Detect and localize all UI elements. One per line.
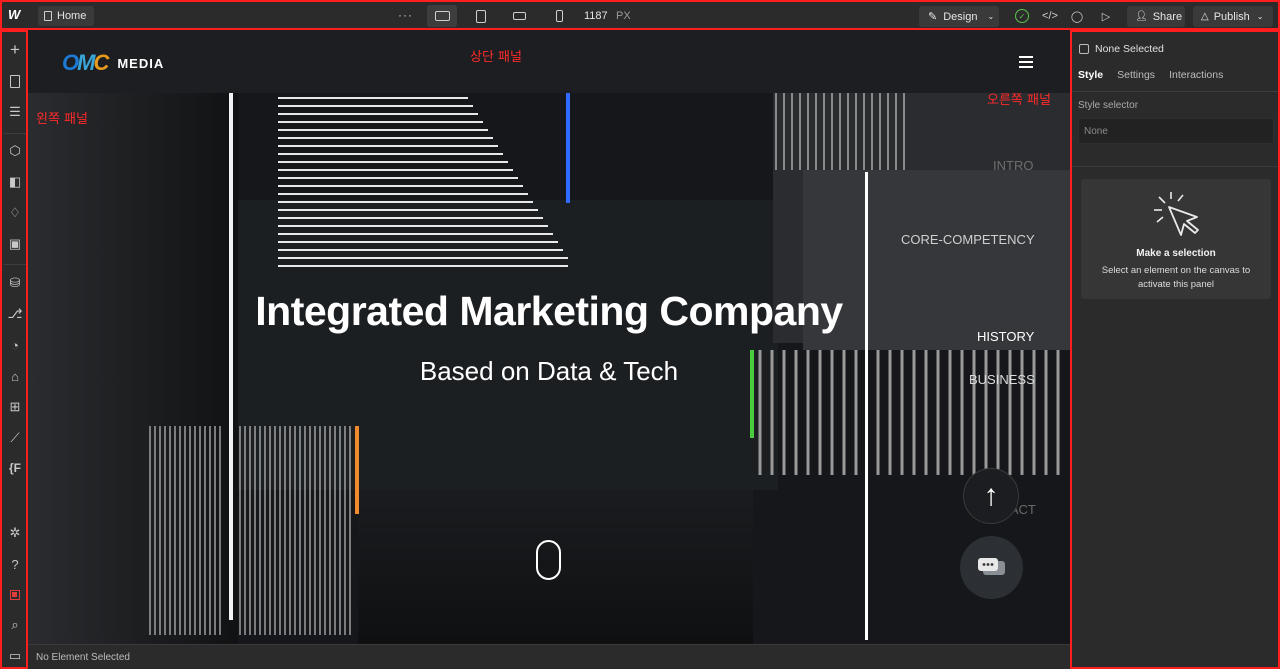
- rocket-icon: △: [1201, 11, 1209, 22]
- status-text: No Element Selected: [36, 652, 130, 663]
- publish-label: Publish: [1213, 10, 1250, 23]
- publish-status-icon[interactable]: ✓: [1015, 9, 1029, 23]
- user-icon: 👤︎: [1135, 11, 1148, 22]
- side-nav-history[interactable]: HISTORY: [977, 329, 1034, 344]
- side-nav-core-competency[interactable]: CORE-COMPETENCY: [901, 232, 1035, 247]
- brand-name: MEDIA: [117, 55, 165, 71]
- annotation-top-panel: 상단 패널: [470, 50, 522, 65]
- breakpoint-portrait-button[interactable]: [544, 5, 574, 27]
- search-icon[interactable]: ⌕: [7, 617, 23, 633]
- chat-button[interactable]: [960, 536, 1023, 599]
- mobile-portrait-icon: [555, 10, 563, 22]
- apps-icon[interactable]: ⊞: [7, 399, 23, 415]
- breakpoint-desktop-button[interactable]: [427, 5, 457, 27]
- selection-checkbox-icon: [1079, 44, 1089, 54]
- video-icon[interactable]: ▭: [7, 648, 23, 664]
- side-nav-intro[interactable]: INTRO: [993, 158, 1033, 173]
- comments-icon[interactable]: ◯: [1070, 9, 1084, 23]
- assets-icon[interactable]: ▣: [7, 236, 23, 252]
- styles-icon[interactable]: ◧: [7, 174, 23, 190]
- annotation-right-panel: 오른쪽 패널: [987, 93, 1051, 108]
- preview-play-icon[interactable]: ▷: [1099, 9, 1113, 23]
- page-name: Home: [57, 10, 87, 22]
- page-icon: [44, 11, 52, 21]
- scroll-mouse-icon: [536, 540, 561, 580]
- side-nav-business[interactable]: BUSINESS: [969, 372, 1035, 387]
- users-icon[interactable]: ◔: [7, 337, 23, 353]
- panel-tabs: Style Settings Interactions: [1078, 69, 1223, 81]
- make-selection-title: Make a selection: [1136, 248, 1216, 259]
- annotation-left-panel: 왼쪽 패널: [36, 112, 88, 127]
- site-brand-logo[interactable]: OMC MEDIA: [62, 50, 164, 76]
- hamburger-menu-icon[interactable]: [1019, 56, 1033, 68]
- hero-title: Integrated Marketing Company: [255, 288, 843, 334]
- make-selection-description: Select an element on the canvas to activ…: [1101, 265, 1251, 290]
- mobile-landscape-icon: [512, 12, 526, 20]
- variables-icon[interactable]: ♢: [7, 205, 23, 221]
- selection-indicator[interactable]: None Selected: [1079, 43, 1164, 55]
- canvas-width-value[interactable]: 1187: [584, 10, 608, 22]
- record-icon[interactable]: [7, 587, 23, 603]
- breakpoint-landscape-button[interactable]: [504, 5, 534, 27]
- tablet-icon: [476, 9, 486, 23]
- tab-interactions[interactable]: Interactions: [1169, 69, 1223, 81]
- status-bar: No Element Selected: [28, 644, 1070, 669]
- canvas-width-unit: PX: [616, 10, 631, 22]
- ecommerce-icon[interactable]: ⌂: [7, 368, 23, 384]
- code-icon[interactable]: </>: [1042, 9, 1058, 23]
- breakpoint-tablet-button[interactable]: [466, 5, 496, 27]
- publish-button[interactable]: △ Publish ⌄: [1193, 6, 1273, 27]
- tab-style[interactable]: Style: [1078, 69, 1103, 81]
- selection-label: None Selected: [1095, 43, 1164, 55]
- arrow-up-icon: ↑: [983, 479, 999, 512]
- cms-icon[interactable]: ⛁: [7, 275, 23, 291]
- share-label: Share: [1152, 10, 1183, 23]
- chevron-down-icon: ⌄: [987, 12, 995, 21]
- navigator-icon[interactable]: ☰: [7, 104, 23, 120]
- scroll-to-top-button[interactable]: ↑: [963, 468, 1019, 524]
- logic-icon[interactable]: ⎇: [7, 306, 23, 322]
- mode-dropdown[interactable]: ✎ Design ⌄: [919, 6, 999, 27]
- share-button[interactable]: 👤︎ Share: [1127, 6, 1185, 27]
- analytics-icon[interactable]: ⟋: [7, 430, 23, 446]
- cursor-click-icon: [1154, 192, 1199, 236]
- left-panel: + ☰ ⬡ ◧ ♢ ▣ ⛁ ⎇ ◔ ⌂ ⊞ ⟋ {F ✲ ? ⌕ ▭: [0, 30, 28, 669]
- top-panel: W Home ··· 1187 PX ✎ Design ⌄ ✓ </> ◯ ▷ …: [0, 0, 1280, 30]
- brush-icon: ✎: [928, 11, 938, 23]
- settings-icon[interactable]: ✲: [7, 525, 23, 541]
- chat-bubbles-icon: [977, 557, 1005, 575]
- tab-settings[interactable]: Settings: [1117, 69, 1155, 81]
- add-icon[interactable]: +: [7, 40, 23, 59]
- omc-logo-icon: OMC: [62, 50, 109, 75]
- mode-label: Design: [943, 10, 978, 23]
- design-canvas[interactable]: OMC MEDIA Integrated Marketing Company B…: [28, 30, 1070, 644]
- pages-icon[interactable]: [7, 73, 23, 89]
- page-selector[interactable]: Home: [38, 6, 95, 26]
- components-icon[interactable]: ⬡: [7, 143, 23, 159]
- style-selector-label: Style selector: [1078, 100, 1139, 111]
- help-icon[interactable]: ?: [7, 556, 23, 572]
- code-f-icon[interactable]: {F: [7, 460, 23, 476]
- make-selection-card: Make a selection Select an element on th…: [1081, 179, 1271, 299]
- desktop-icon: [434, 11, 450, 21]
- right-panel: None Selected Style Settings Interaction…: [1070, 30, 1280, 669]
- hero-subtitle: Based on Data & Tech: [419, 356, 679, 386]
- webflow-logo-icon[interactable]: W: [8, 7, 24, 23]
- more-options-button[interactable]: ···: [398, 8, 413, 22]
- chevron-down-icon: ⌄: [1256, 12, 1264, 21]
- style-selector-input[interactable]: None: [1078, 118, 1274, 144]
